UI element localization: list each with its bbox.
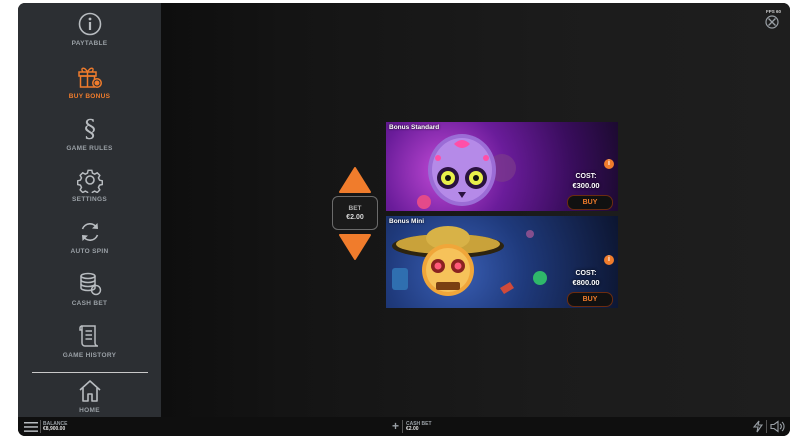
sombrero-skull-art xyxy=(392,226,547,296)
bet-value: €2.00 xyxy=(346,213,364,221)
sidebar-item-settings[interactable]: SETTINGS xyxy=(18,167,161,217)
sidebar-divider xyxy=(32,372,148,373)
sidebar-item-label: PAYTABLE xyxy=(71,40,108,47)
cost-value: €800.00 xyxy=(572,278,600,287)
sidebar-item-cash-bet[interactable]: CASH BET xyxy=(18,271,161,321)
close-fullscreen-icon[interactable] xyxy=(765,15,779,29)
bar-separator xyxy=(40,420,41,433)
cash-bet-value: €2.00 xyxy=(406,426,419,432)
cost-value: €300.00 xyxy=(572,181,600,190)
sidebar-item-paytable[interactable]: PAYTABLE xyxy=(18,11,161,61)
coins-icon xyxy=(79,272,101,296)
bonus-cost: COST: €800.00 xyxy=(564,269,608,288)
bonus-info-icon[interactable]: i xyxy=(604,159,614,169)
bonus-cost: COST: €300.00 xyxy=(564,172,608,191)
sugar-skull-art xyxy=(417,134,516,209)
bar-separator xyxy=(766,420,767,433)
home-icon xyxy=(78,380,101,402)
sidebar-item-label: CASH BET xyxy=(71,300,108,307)
svg-text:§: § xyxy=(84,115,96,142)
game-frame: PAYTABLE BUY BONUS § GAME RULES SETTINGS… xyxy=(18,3,790,436)
gear-icon xyxy=(76,169,103,193)
balance-value: €8,900.00 xyxy=(43,426,66,432)
gift-icon xyxy=(77,67,102,88)
buy-button[interactable]: BUY xyxy=(567,292,613,307)
plus-icon[interactable]: + xyxy=(392,419,399,433)
sidebar-item-label: AUTO SPIN xyxy=(70,248,109,255)
scroll-icon xyxy=(78,325,98,347)
sidebar-item-auto-spin[interactable]: AUTO SPIN xyxy=(18,219,161,269)
sidebar-item-label: GAME HISTORY xyxy=(62,352,117,359)
menu-icon[interactable] xyxy=(24,421,38,433)
bonus-card-mini[interactable]: Bonus Mini i COST: €800.00 BUY xyxy=(386,216,618,308)
sound-icon[interactable] xyxy=(770,420,786,433)
sidebar-item-label: GAME RULES xyxy=(66,145,113,152)
bet-increase-button[interactable] xyxy=(338,166,372,194)
cost-label: COST: xyxy=(575,173,597,180)
section-icon: § xyxy=(84,115,96,142)
refresh-icon xyxy=(81,223,98,241)
sidebar-item-game-history[interactable]: GAME HISTORY xyxy=(18,323,161,373)
cost-label: COST: xyxy=(575,270,597,277)
bet-display: BET €2.00 xyxy=(332,196,378,230)
sidebar-item-buy-bonus[interactable]: BUY BONUS xyxy=(18,63,161,113)
bar-separator xyxy=(402,420,403,433)
bonus-info-icon[interactable]: i xyxy=(604,255,614,265)
sidebar-item-label: HOME xyxy=(79,407,100,414)
info-icon xyxy=(78,12,101,36)
bottom-status-bar: BALANCE €8,900.00 + CASH BET €2.00 xyxy=(18,417,790,436)
bonus-title: Bonus Mini xyxy=(389,218,425,225)
sidebar-item-label: BUY BONUS xyxy=(68,93,111,100)
sidebar-menu: PAYTABLE BUY BONUS § GAME RULES SETTINGS… xyxy=(18,3,161,417)
sidebar-item-label: SETTINGS xyxy=(72,196,107,203)
sidebar-item-game-rules[interactable]: § GAME RULES xyxy=(18,115,161,165)
bonus-title: Bonus Standard xyxy=(389,124,440,131)
turbo-icon[interactable] xyxy=(752,420,764,433)
fps-counter: FPS 60 xyxy=(766,9,782,14)
bet-label: BET xyxy=(348,204,362,212)
bonus-card-standard[interactable]: Bonus Standard i COST: €300.00 BUY xyxy=(386,122,618,211)
bet-decrease-button[interactable] xyxy=(338,233,372,261)
buy-button[interactable]: BUY xyxy=(567,195,613,210)
